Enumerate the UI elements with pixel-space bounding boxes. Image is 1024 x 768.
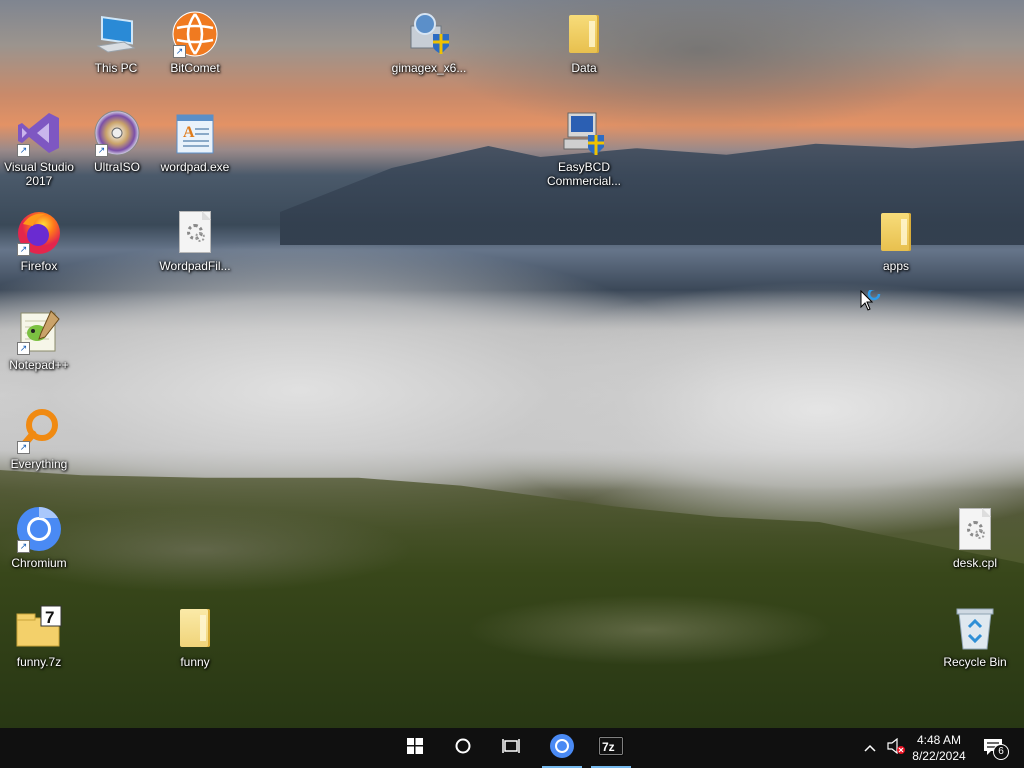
mouse-pointer-icon bbox=[860, 287, 886, 319]
folder-icon bbox=[872, 208, 920, 256]
desktop-icon-everything[interactable]: ↗ Everything bbox=[1, 402, 77, 492]
taskbar-chromium-button[interactable] bbox=[538, 728, 586, 768]
volume-muted-icon bbox=[886, 737, 906, 759]
desktop-icon-label: Notepad++ bbox=[9, 358, 69, 372]
desktop-icon-label: funny.7z bbox=[16, 655, 62, 669]
desktop-icon-label: gimagex_x6... bbox=[391, 61, 467, 75]
desktop-icon-data[interactable]: Data bbox=[546, 6, 622, 96]
wallpaper-ridge bbox=[0, 470, 1024, 730]
desktop-icon-label: BitComet bbox=[170, 61, 220, 75]
desktop-icon-label: Data bbox=[571, 61, 597, 75]
7zip-icon: 7z bbox=[598, 736, 624, 761]
task-view-button[interactable] bbox=[487, 728, 535, 768]
bitcomet-icon: ↗ bbox=[171, 10, 219, 58]
notepadpp-icon: ↗ bbox=[15, 307, 63, 355]
chromium-icon bbox=[549, 733, 575, 764]
desktop-icon-label: funny bbox=[180, 655, 210, 669]
desktop-icon-this-pc[interactable]: This PC bbox=[78, 6, 154, 96]
svg-text:7: 7 bbox=[45, 608, 54, 627]
firefox-icon: ↗ bbox=[15, 208, 63, 256]
desktop-icon-easybcd[interactable]: EasyBCD Commercial... bbox=[546, 105, 622, 195]
desktop-icon-recycle-bin[interactable]: Recycle Bin bbox=[937, 600, 1013, 690]
search-button[interactable] bbox=[439, 728, 487, 768]
show-hidden-icons-button[interactable] bbox=[858, 728, 882, 768]
desktop-icon-desk-cpl[interactable]: desk.cpl bbox=[937, 501, 1013, 591]
recycle-bin-icon bbox=[951, 604, 999, 652]
svg-text:7z: 7z bbox=[602, 740, 615, 754]
desktop-icon-label: apps bbox=[882, 259, 910, 273]
clock-button[interactable]: 4:48 AM 8/22/2024 bbox=[906, 728, 972, 768]
desktop-icon-label: Chromium bbox=[11, 556, 67, 570]
desktop-icon-wordpadfile[interactable]: WordpadFil... bbox=[157, 204, 233, 294]
desktop-icon-notepadpp[interactable]: ↗ Notepad++ bbox=[1, 303, 77, 393]
desktop-icon-apps[interactable]: apps bbox=[858, 204, 934, 294]
notification-count-badge: 6 bbox=[993, 744, 1009, 760]
desktop-icon-ultraiso[interactable]: ↗ UltraISO bbox=[79, 105, 155, 195]
installer-icon bbox=[405, 10, 453, 58]
desktop-icon-gimagex[interactable]: gimagex_x6... bbox=[391, 6, 467, 96]
desktop-icon-visual-studio[interactable]: ↗ Visual Studio 2017 bbox=[1, 105, 77, 195]
desktop-icon-label: desk.cpl bbox=[952, 556, 998, 570]
archive-icon: 7 bbox=[15, 604, 63, 652]
easybcd-icon bbox=[560, 109, 608, 157]
clock-date: 8/22/2024 bbox=[912, 749, 966, 763]
visual-studio-icon: ↗ bbox=[15, 109, 63, 157]
desktop-icon-funny[interactable]: funny bbox=[157, 600, 233, 690]
settings-file-icon bbox=[951, 505, 999, 553]
desktop-icon-label: Visual Studio 2017 bbox=[4, 160, 74, 188]
svg-text:A: A bbox=[183, 124, 195, 141]
desktop-icon-label: Recycle Bin bbox=[943, 655, 1007, 669]
desktop-icon-label: WordpadFil... bbox=[159, 259, 231, 273]
windows-logo-icon bbox=[407, 737, 423, 759]
start-button[interactable] bbox=[391, 728, 439, 768]
chevron-up-icon bbox=[864, 739, 876, 757]
desktop-icon-label: This PC bbox=[94, 61, 138, 75]
chromium-icon: ↗ bbox=[15, 505, 63, 553]
clock-time: 4:48 AM bbox=[916, 733, 962, 747]
desktop-icon-firefox[interactable]: ↗ Firefox bbox=[1, 204, 77, 294]
taskbar: 7z 4:48 AM 8/22/2024 6 bbox=[0, 728, 1024, 768]
search-icon: ↗ bbox=[15, 406, 63, 454]
wordpad-icon: A bbox=[171, 109, 219, 157]
computer-icon bbox=[92, 10, 140, 58]
desktop-icon-label: UltraISO bbox=[93, 160, 140, 174]
desktop-icon-chromium[interactable]: ↗ Chromium bbox=[1, 501, 77, 591]
desktop-icon-label: EasyBCD Commercial... bbox=[546, 160, 621, 188]
folder-icon bbox=[171, 604, 219, 652]
task-view-icon bbox=[502, 738, 520, 759]
notification-icon: 6 bbox=[983, 738, 1009, 760]
desktop-icon-label: Firefox bbox=[20, 259, 58, 273]
desktop-icon-wordpad[interactable]: A wordpad.exe bbox=[157, 105, 233, 195]
taskbar-7zip-button[interactable]: 7z bbox=[587, 728, 635, 768]
desktop-icon-label: wordpad.exe bbox=[160, 160, 230, 174]
desktop-icon-label: Everything bbox=[10, 457, 68, 471]
desktop-icon-bitcomet[interactable]: ↗ BitComet bbox=[157, 6, 233, 96]
cortana-circle-icon bbox=[455, 738, 471, 759]
disc-icon: ↗ bbox=[93, 109, 141, 157]
folder-icon bbox=[560, 10, 608, 58]
desktop-icon-funny-7z[interactable]: 7 funny.7z bbox=[1, 600, 77, 690]
settings-file-icon bbox=[171, 208, 219, 256]
action-center-button[interactable]: 6 bbox=[976, 728, 1012, 768]
